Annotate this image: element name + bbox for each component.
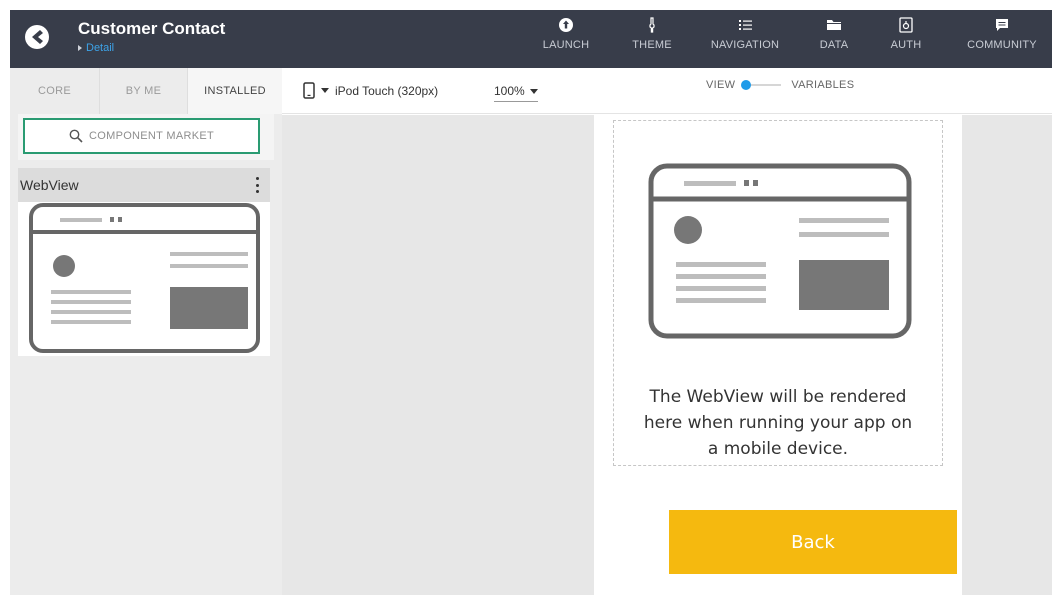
device-label: iPod Touch (320px) xyxy=(335,83,439,98)
nav-label: NAVIGATION xyxy=(710,39,780,51)
search-icon xyxy=(69,129,83,143)
breadcrumb[interactable]: Detail xyxy=(78,42,114,54)
nav-label: COMMUNITY xyxy=(967,39,1037,51)
component-market-search[interactable]: COMPONENT MARKET xyxy=(23,118,260,154)
webview-thumbnail-icon xyxy=(29,203,260,353)
nav-label: AUTH xyxy=(890,39,922,51)
component-thumbnail[interactable] xyxy=(18,202,270,356)
zoom-value: 100% xyxy=(494,84,525,98)
device-preview-screen: The WebView will be rendered here when r… xyxy=(594,115,962,595)
app-logo-icon[interactable] xyxy=(24,24,50,50)
nav-label: THEME xyxy=(632,39,672,51)
tab-core[interactable]: CORE xyxy=(10,68,100,114)
search-placeholder: COMPONENT MARKET xyxy=(89,130,214,142)
breadcrumb-label: Detail xyxy=(86,42,115,54)
back-button[interactable]: Back xyxy=(669,510,957,574)
device-selector[interactable]: iPod Touch (320px) xyxy=(303,82,438,99)
zoom-selector[interactable]: 100% xyxy=(494,80,538,102)
nav-data[interactable]: DATA xyxy=(812,10,856,68)
nav-auth[interactable]: AUTH xyxy=(886,10,926,68)
webview-component[interactable]: The WebView will be rendered here when r… xyxy=(613,120,943,466)
top-bar: Customer Contact Detail LAUNCH THEME NAV… xyxy=(10,10,1052,68)
component-panel: CORE BY ME INSTALLED COMPONENT MARKET We… xyxy=(10,68,282,595)
nav-community[interactable]: COMMUNITY xyxy=(960,10,1044,68)
key-icon xyxy=(899,17,913,33)
variables-label: VARIABLES xyxy=(791,79,855,91)
folder-icon xyxy=(827,20,841,30)
webview-placeholder-icon xyxy=(648,163,912,339)
phone-icon xyxy=(303,82,315,99)
toggle-switch[interactable] xyxy=(741,80,782,90)
nav-label: DATA xyxy=(819,39,849,51)
view-label: VIEW xyxy=(706,79,736,91)
brush-icon xyxy=(649,17,655,33)
nav-label: LAUNCH xyxy=(542,39,590,51)
component-name: WebView xyxy=(20,177,79,193)
design-canvas: The WebView will be rendered here when r… xyxy=(282,115,1052,595)
nav-navigation[interactable]: NAVIGATION xyxy=(700,10,790,68)
tab-by-me[interactable]: BY ME xyxy=(100,68,188,114)
list-icon xyxy=(739,20,752,30)
nav-launch[interactable]: LAUNCH xyxy=(536,10,596,68)
canvas-toolbar: iPod Touch (320px) 100% VIEW VARIABLES xyxy=(282,68,1052,114)
breadcrumb-arrow-icon xyxy=(78,45,82,51)
component-item-header[interactable]: WebView xyxy=(18,168,270,202)
app-title: Customer Contact xyxy=(78,19,226,38)
back-button-label: Back xyxy=(791,531,835,553)
chevron-down-icon xyxy=(321,88,329,93)
component-tabs: CORE BY ME INSTALLED xyxy=(10,68,282,114)
rocket-icon xyxy=(559,18,573,32)
webview-message: The WebView will be rendered here when r… xyxy=(643,387,913,459)
toggle-knob xyxy=(741,80,752,90)
chevron-down-icon xyxy=(529,88,538,94)
view-variables-toggle[interactable]: VIEW VARIABLES xyxy=(706,79,854,91)
more-options-icon[interactable] xyxy=(256,177,260,193)
tab-installed[interactable]: INSTALLED xyxy=(188,68,282,114)
chat-icon xyxy=(996,19,1008,31)
nav-theme[interactable]: THEME xyxy=(624,10,680,68)
app-window: Customer Contact Detail LAUNCH THEME NAV… xyxy=(10,10,1052,595)
